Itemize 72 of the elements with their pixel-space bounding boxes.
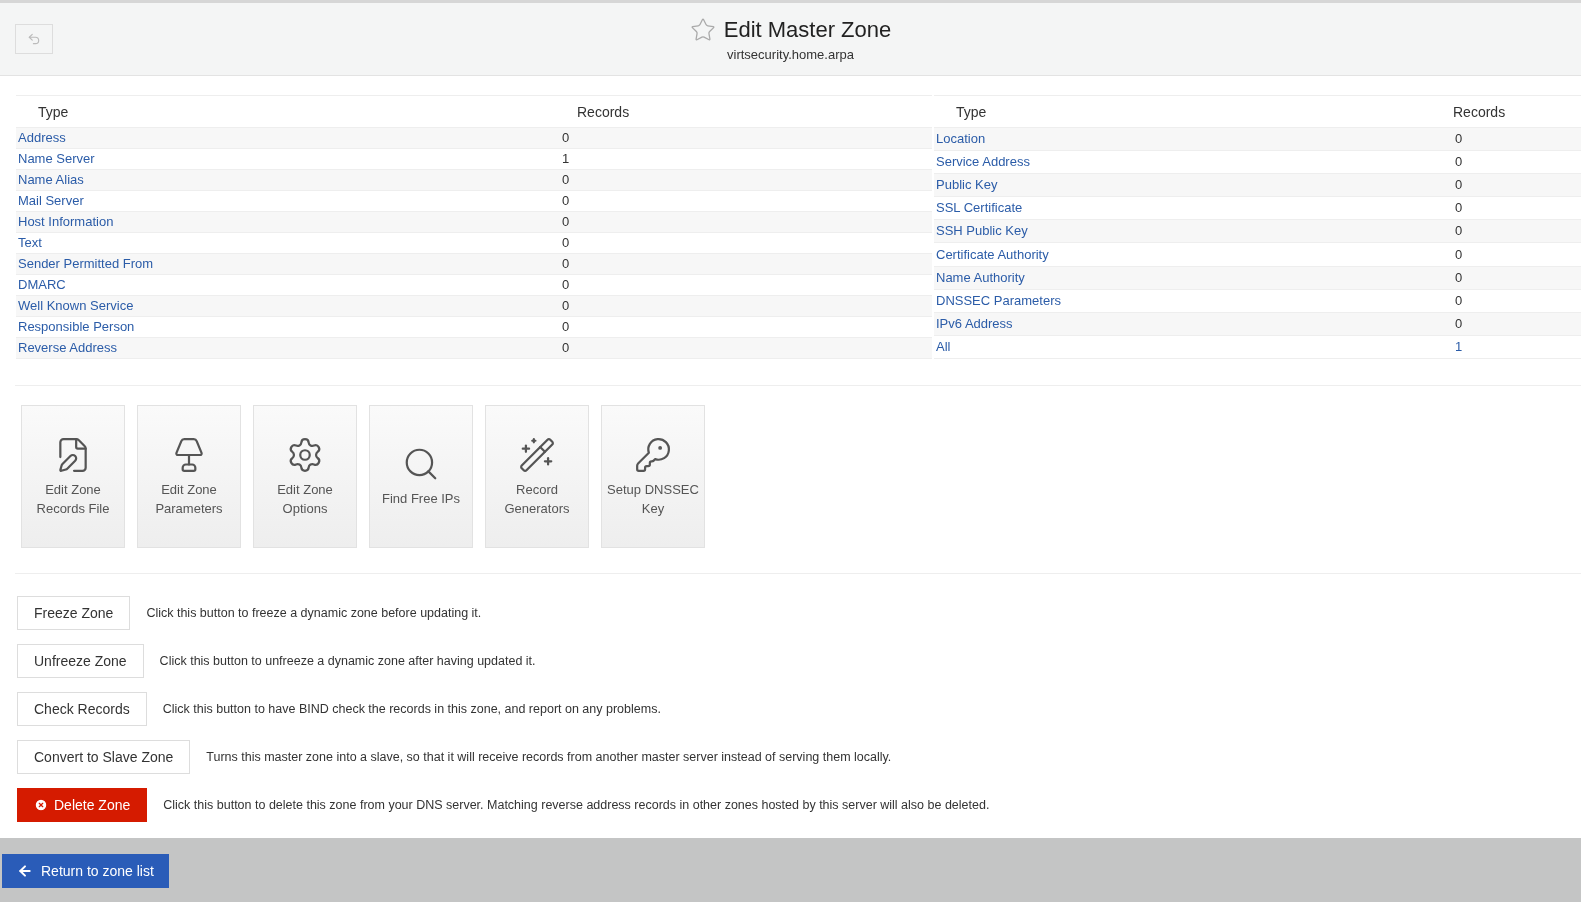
action-button[interactable]: Unfreeze Zone bbox=[17, 644, 144, 678]
record-count: 0 bbox=[1455, 292, 1463, 308]
tool-tile[interactable]: Edit Zone Options bbox=[253, 405, 357, 548]
page-title: Edit Master Zone bbox=[723, 16, 892, 43]
tool-tile[interactable]: Setup DNSSEC Key bbox=[601, 405, 705, 548]
record-count: 0 bbox=[562, 340, 570, 355]
record-count: 0 bbox=[562, 319, 570, 334]
record-count: 0 bbox=[1455, 315, 1463, 331]
record-type-link[interactable]: Text bbox=[18, 235, 42, 250]
column-header: Type bbox=[16, 95, 560, 128]
left-arrow-icon bbox=[17, 863, 33, 879]
record-type-link[interactable]: DMARC bbox=[18, 277, 66, 292]
column-header: Records bbox=[1453, 95, 1581, 128]
tool-tile[interactable]: Edit Zone Records File bbox=[21, 405, 125, 548]
record-count: 0 bbox=[562, 193, 570, 208]
record-type-link[interactable]: Sender Permitted From bbox=[18, 256, 154, 271]
wand-icon bbox=[518, 435, 556, 474]
record-count: 0 bbox=[1455, 154, 1463, 170]
back-arrow-icon bbox=[27, 32, 41, 46]
record-type-link[interactable]: Address bbox=[18, 130, 66, 145]
zone-name: virtsecurity.home.arpa bbox=[727, 46, 854, 62]
record-type-link[interactable]: Name Authority bbox=[936, 269, 1025, 285]
tool-tile[interactable]: Record Generators bbox=[485, 405, 589, 548]
record-count-link[interactable]: 1 bbox=[1455, 338, 1463, 354]
record-type-link[interactable]: Public Key bbox=[936, 177, 998, 193]
record-type-link[interactable]: Name Alias bbox=[18, 172, 84, 187]
action-description: Click this button to unfreeze a dynamic zone after having updated it. bbox=[159, 654, 536, 668]
record-type-link[interactable]: Responsible Person bbox=[18, 319, 135, 334]
star-icon[interactable] bbox=[689, 16, 716, 43]
record-type-link[interactable]: Location bbox=[936, 131, 986, 147]
record-type-link[interactable]: DNSSEC Parameters bbox=[936, 292, 1061, 308]
close-circle-icon bbox=[34, 798, 48, 812]
record-type-link[interactable]: Reverse Address bbox=[18, 340, 117, 355]
record-count: 0 bbox=[1455, 200, 1463, 216]
record-count: 0 bbox=[562, 277, 570, 292]
key-icon bbox=[634, 435, 672, 474]
record-type-link[interactable]: SSH Public Key bbox=[936, 223, 1028, 239]
action-description: Click this button to freeze a dynamic zone before updating it. bbox=[146, 606, 482, 620]
action-description: Click this button to delete this zone from your DNS server. Matching reverse address records in other zones hosted by this server will also be deleted. bbox=[163, 798, 990, 812]
action-button[interactable]: Freeze Zone bbox=[17, 596, 131, 630]
tool-tile[interactable]: Edit Zone Parameters bbox=[137, 405, 241, 548]
record-count: 0 bbox=[562, 235, 570, 250]
tool-tile[interactable]: Find Free IPs bbox=[369, 405, 473, 548]
column-header: Type bbox=[934, 95, 1453, 128]
back-button[interactable] bbox=[15, 24, 53, 54]
record-type-link[interactable]: Certificate Authority bbox=[936, 246, 1049, 262]
record-type-link[interactable]: SSL Certificate bbox=[936, 200, 1023, 216]
record-count: 0 bbox=[1455, 269, 1463, 285]
record-count: 0 bbox=[1455, 131, 1463, 147]
action-button[interactable]: Check Records bbox=[17, 692, 147, 726]
record-type-link[interactable]: All bbox=[936, 338, 951, 354]
record-count: 1 bbox=[562, 151, 570, 166]
record-count: 0 bbox=[562, 172, 570, 187]
action-button[interactable]: Convert to Slave Zone bbox=[17, 740, 191, 774]
record-count: 0 bbox=[1455, 223, 1463, 239]
delete-button[interactable]: Delete Zone bbox=[17, 788, 148, 822]
record-count: 0 bbox=[562, 214, 570, 229]
record-count: 0 bbox=[562, 256, 570, 271]
action-description: Click this button to have BIND check the records in this zone, and report on any problems. bbox=[162, 702, 661, 716]
record-count: 0 bbox=[562, 130, 570, 145]
column-header: Records bbox=[560, 95, 932, 128]
record-type-link[interactable]: Host Information bbox=[18, 214, 114, 229]
record-type-link[interactable]: Name Server bbox=[18, 151, 95, 166]
record-type-link[interactable]: Mail Server bbox=[18, 193, 84, 208]
return-button[interactable]: Return to zone list bbox=[2, 854, 169, 888]
record-type-link[interactable]: Service Address bbox=[936, 154, 1030, 170]
action-description: Turns this master zone into a slave, so that it will receive records from another master server instead of serving them locally. bbox=[206, 750, 892, 764]
record-type-link[interactable]: Well Known Service bbox=[18, 298, 134, 313]
record-type-link[interactable]: IPv6 Address bbox=[936, 315, 1013, 331]
record-count: 0 bbox=[562, 298, 570, 313]
record-count: 0 bbox=[1455, 246, 1463, 262]
record-count: 0 bbox=[1455, 177, 1463, 193]
